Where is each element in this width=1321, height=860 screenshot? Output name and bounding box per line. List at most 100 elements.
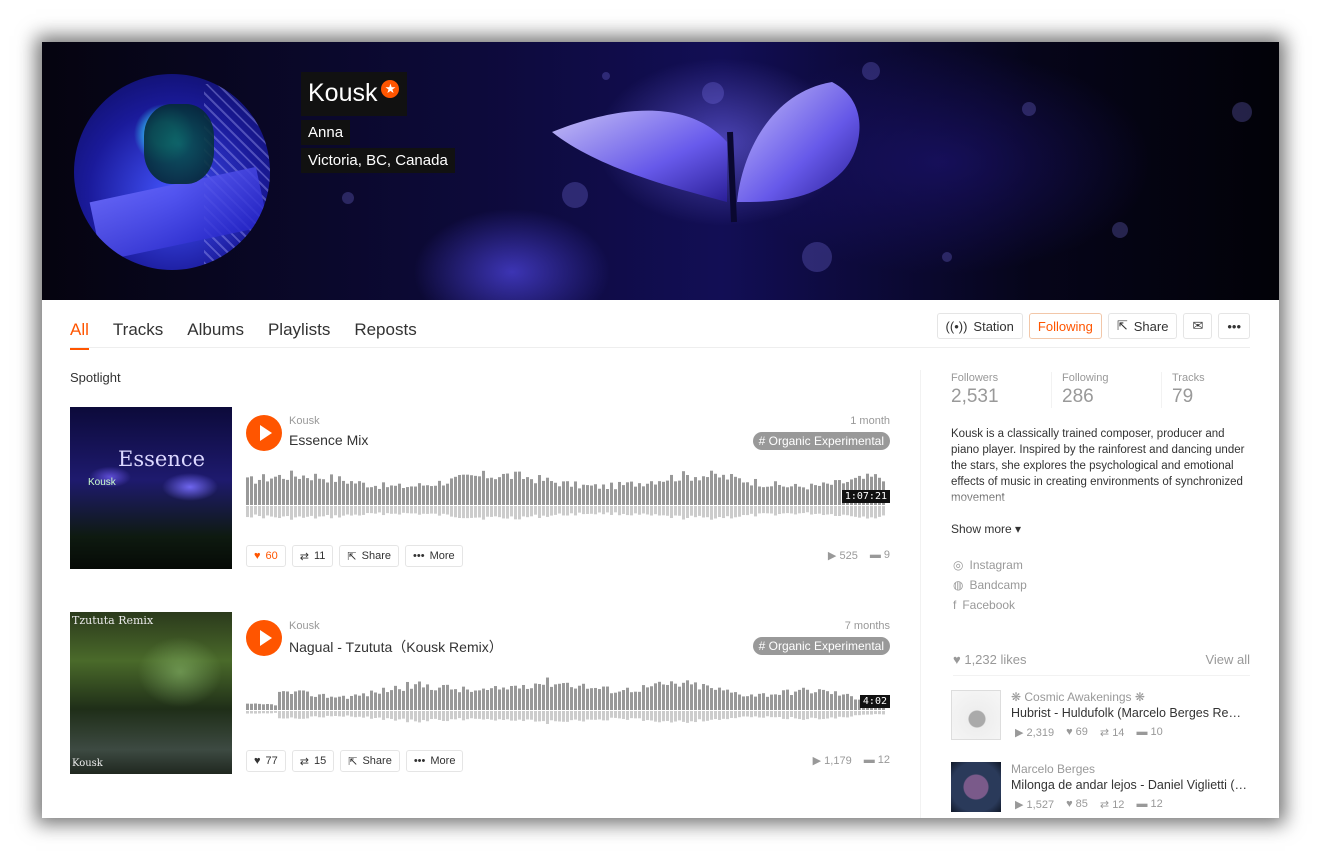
waveform-bar — [714, 473, 717, 505]
share-track-button[interactable]: ⇱ Share — [339, 545, 399, 567]
more-track-button[interactable]: ••• More — [405, 750, 464, 772]
tab-all[interactable]: All — [70, 320, 89, 350]
waveform-bar — [642, 486, 645, 505]
comments-stat[interactable]: ▬ 9 — [870, 549, 890, 562]
waveform-bar — [266, 703, 269, 710]
bandcamp-link[interactable]: ◍ Bandcamp — [953, 578, 1027, 592]
avatar[interactable] — [74, 74, 270, 270]
waveform-bar — [258, 479, 261, 505]
waveform-bar — [646, 687, 649, 710]
liked-track-artwork[interactable] — [951, 690, 1001, 740]
waveform-bar — [642, 685, 645, 710]
waveform-bar-reflection — [426, 506, 429, 514]
genre-tag[interactable]: # Organic Experimental — [752, 432, 890, 450]
message-button[interactable]: ✉ — [1183, 313, 1213, 339]
more-track-button[interactable]: ••• More — [405, 545, 463, 567]
waveform-bar — [734, 692, 737, 710]
waveform-bar-reflection — [682, 506, 685, 520]
comments-stat[interactable]: ▬ 12 — [864, 754, 890, 767]
waveform-bar-reflection — [514, 711, 517, 721]
play-button[interactable] — [246, 620, 282, 656]
waveform-bar-reflection — [754, 711, 757, 717]
show-more-button[interactable]: Show more ▾ — [951, 522, 1021, 536]
waveform-bar-reflection — [602, 711, 605, 721]
waveform-bar — [786, 689, 789, 710]
tab-tracks[interactable]: Tracks — [113, 320, 163, 350]
like-button[interactable]: ♥ 77 — [246, 750, 286, 772]
waveform-bar — [662, 481, 665, 505]
waveform-bar — [346, 698, 349, 710]
waveform-bar-reflection — [838, 711, 841, 717]
heart-icon: ♥ — [254, 755, 261, 767]
waveform-bar-reflection — [750, 506, 753, 514]
waveform-bar — [570, 486, 573, 505]
waveform-bar-reflection — [526, 506, 529, 518]
repost-button[interactable]: ⇄ 15 — [291, 750, 335, 772]
waveform-bar-reflection — [426, 711, 429, 722]
likes-count[interactable]: ♥ 1,232 likes — [953, 652, 1027, 667]
track-artwork[interactable]: Tzututa Remix Kousk — [70, 612, 232, 774]
waveform-bar-reflection — [574, 506, 577, 516]
facebook-link[interactable]: f Facebook — [953, 598, 1027, 612]
waveform-bar — [354, 483, 357, 505]
track-title[interactable]: Essence Mix — [289, 432, 368, 448]
waveform-bar-reflection — [738, 711, 741, 718]
share-track-button[interactable]: ⇱ Share — [340, 750, 400, 772]
view-all-link[interactable]: View all — [1205, 652, 1250, 667]
following-button[interactable]: Following — [1028, 313, 1102, 339]
waveform-bar-reflection — [622, 711, 625, 719]
bio-fade — [951, 490, 1251, 508]
liked-track-user[interactable]: Marcelo Berges — [1011, 762, 1095, 776]
like-button[interactable]: ♥ 60 — [246, 545, 286, 567]
liked-track-artwork[interactable] — [951, 762, 1001, 812]
waveform-bar-reflection — [802, 711, 805, 720]
waveform-bar — [594, 687, 597, 710]
waveform-bar-reflection — [858, 711, 861, 716]
waveform[interactable] — [246, 670, 890, 730]
liked-track-title[interactable]: Milonga de andar lejos - Daniel Vigliett… — [1011, 778, 1247, 792]
tab-playlists[interactable]: Playlists — [268, 320, 330, 350]
play-button[interactable] — [246, 415, 282, 451]
liked-track-user[interactable]: ❋ Cosmic Awakenings ❋ — [1011, 690, 1145, 704]
liked-track-title[interactable]: Hubrist - Huldufolk (Marcelo Berges Remi… — [1011, 706, 1247, 720]
track-artist[interactable]: Kousk — [289, 620, 320, 632]
waveform-bar-reflection — [470, 506, 473, 518]
genre-tag[interactable]: # Organic Experimental — [752, 637, 890, 655]
repost-button[interactable]: ⇄ 11 — [291, 545, 334, 567]
waveform-bar-reflection — [610, 711, 613, 718]
track-artist[interactable]: Kousk — [289, 415, 320, 427]
waveform-bar-reflection — [418, 711, 421, 723]
instagram-link[interactable]: ◎ Instagram — [953, 558, 1027, 572]
heart-icon: ♥ — [1066, 726, 1073, 738]
waveform-bar — [550, 686, 553, 710]
more-label: More — [429, 550, 455, 562]
track-artwork[interactable]: Essence Kousk — [70, 407, 232, 569]
plays-count: 1,179 — [824, 755, 852, 767]
liked-track-1[interactable]: ❋ Cosmic Awakenings ❋ Hubrist - Huldufol… — [951, 690, 1251, 742]
station-button[interactable]: ((•)) Station — [936, 313, 1023, 339]
tab-reposts[interactable]: Reposts — [354, 320, 416, 350]
waveform-bar — [562, 481, 565, 505]
tab-albums[interactable]: Albums — [187, 320, 244, 350]
waveform-bar — [610, 482, 613, 505]
butterfly-image — [552, 82, 860, 223]
waveform[interactable] — [246, 465, 890, 525]
waveform-bar-reflection — [518, 506, 521, 520]
waveform-bar-reflection — [650, 711, 653, 721]
waveform-bar — [714, 689, 717, 710]
more-button[interactable]: ••• — [1218, 313, 1250, 339]
liked-track-2[interactable]: Marcelo Berges Milonga de andar lejos - … — [951, 762, 1251, 814]
waveform-bar-reflection — [762, 506, 765, 514]
track-title[interactable]: Nagual - Tzututa（Kousk Remix） — [289, 637, 503, 657]
waveform-bar — [694, 477, 697, 505]
waveform-bar — [506, 689, 509, 710]
share-button[interactable]: ⇱ Share — [1107, 313, 1178, 339]
followers-count[interactable]: Followers 2,531 — [951, 372, 1051, 408]
waveform-bar-reflection — [754, 506, 757, 517]
waveform-bar-reflection — [766, 711, 769, 717]
waveform-bar — [518, 471, 521, 505]
tracks-count[interactable]: Tracks 79 — [1161, 372, 1271, 408]
waveform-bar-reflection — [498, 711, 501, 720]
waveform-bar-reflection — [870, 506, 873, 518]
following-count[interactable]: Following 286 — [1051, 372, 1161, 408]
